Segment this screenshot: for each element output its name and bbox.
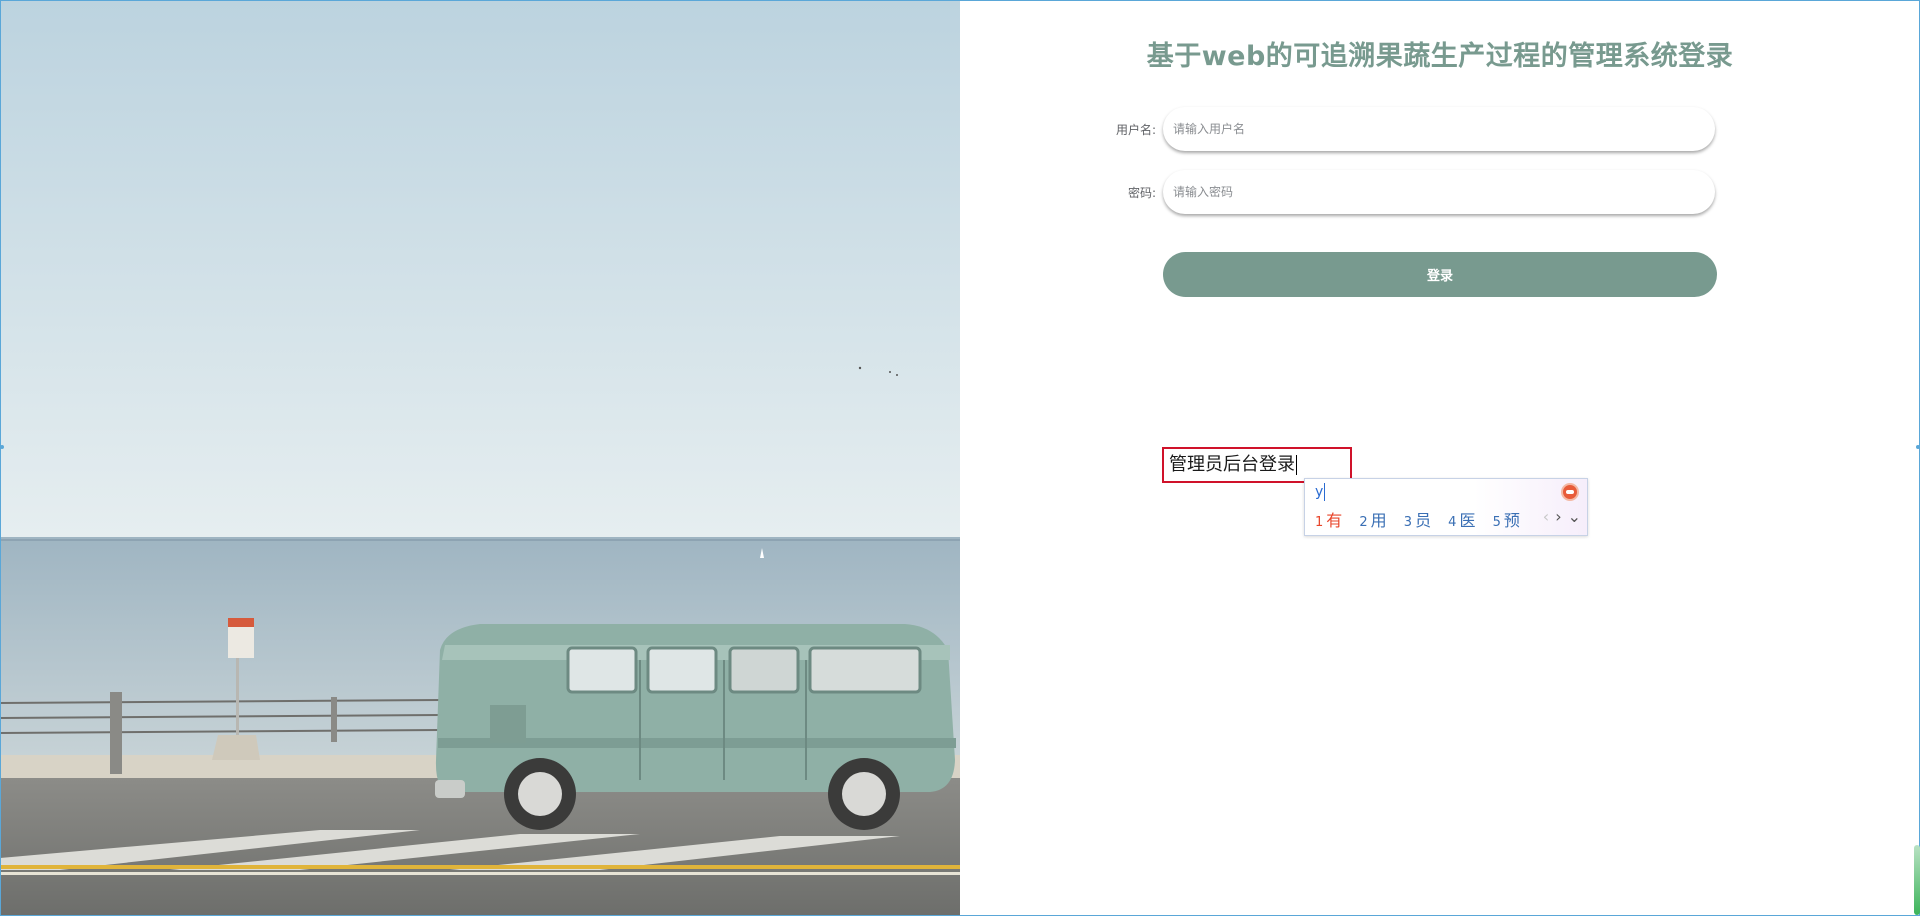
login-button[interactable]: 登录 bbox=[1163, 252, 1717, 297]
scrollbar-thumb[interactable] bbox=[1914, 845, 1920, 915]
ime-candidate-window: y 1有 2用 3员 4医 5预 ‹ › ⌄ bbox=[1304, 478, 1588, 536]
chevron-right-icon[interactable]: › bbox=[1555, 507, 1561, 526]
window-edge-marker bbox=[0, 445, 4, 449]
ime-nav: ‹ › ⌄ bbox=[1537, 507, 1581, 526]
ime-logo-icon[interactable] bbox=[1561, 483, 1579, 501]
username-row: 用户名: bbox=[1100, 107, 1720, 153]
ime-candidate[interactable]: 5预 bbox=[1493, 511, 1520, 530]
ime-candidate[interactable]: 4医 bbox=[1448, 511, 1475, 530]
ime-composition: y bbox=[1315, 483, 1326, 501]
password-label: 密码: bbox=[1127, 186, 1156, 200]
admin-login-text: 管理员后台登录 bbox=[1169, 454, 1295, 475]
password-input[interactable] bbox=[1163, 170, 1715, 214]
ime-candidate[interactable]: 2用 bbox=[1359, 511, 1386, 530]
password-row: 密码: bbox=[1100, 170, 1720, 216]
page-title: 基于web的可追溯果蔬生产过程的管理系统登录 bbox=[1146, 41, 1734, 72]
ime-candidates: 1有 2用 3员 4医 5预 bbox=[1315, 507, 1532, 531]
chevron-left-icon[interactable]: ‹ bbox=[1543, 507, 1549, 526]
text-caret bbox=[1296, 455, 1297, 475]
username-label: 用户名: bbox=[1115, 123, 1156, 137]
chevron-down-icon[interactable]: ⌄ bbox=[1568, 507, 1581, 526]
background-image bbox=[0, 0, 960, 916]
ime-candidate[interactable]: 3员 bbox=[1404, 511, 1431, 530]
ime-candidate[interactable]: 1有 bbox=[1315, 511, 1342, 530]
login-page: 基于web的可追溯果蔬生产过程的管理系统登录 用户名: 密码: 登录 管理员后台… bbox=[0, 0, 1920, 916]
window-edge-marker bbox=[1916, 445, 1920, 449]
username-input[interactable] bbox=[1163, 107, 1715, 151]
